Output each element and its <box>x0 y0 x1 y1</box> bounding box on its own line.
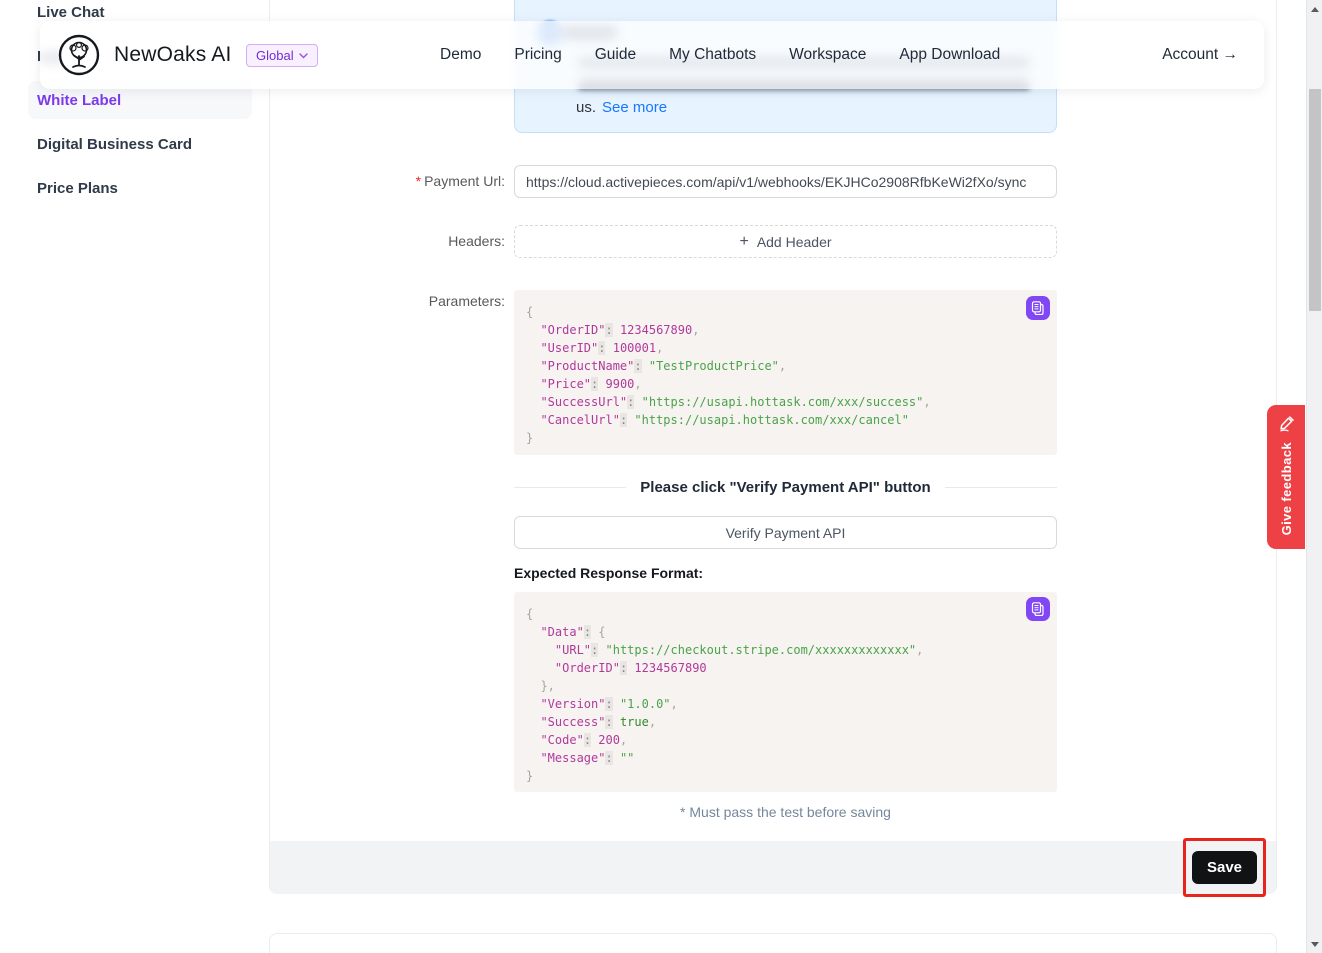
copy-icon <box>1031 602 1045 616</box>
verify-payment-api-button[interactable]: Verify Payment API <box>514 516 1057 549</box>
nav-item-workspace[interactable]: Workspace <box>789 46 866 64</box>
payment-url-input[interactable] <box>514 165 1057 198</box>
sidebar-item-live-chat[interactable]: Live Chat <box>37 3 105 23</box>
brand-logo[interactable]: NewOaks AI <box>58 34 232 76</box>
divider-line <box>945 487 1057 488</box>
newoaks-logo-icon <box>58 34 100 76</box>
see-more-link[interactable]: See more <box>602 99 667 116</box>
verify-hint-text: Please click "Verify Payment API" button <box>640 479 930 496</box>
save-requirement-note: * Must pass the test before saving <box>514 804 1057 820</box>
account-link[interactable]: Account → <box>1162 21 1238 89</box>
copy-parameters-button[interactable] <box>1026 296 1050 320</box>
sidebar-item-price-plans[interactable]: Price Plans <box>37 179 118 199</box>
save-button[interactable]: Save <box>1192 851 1257 884</box>
copy-response-button[interactable] <box>1026 597 1050 621</box>
sidebar-item-digital-business-card[interactable]: Digital Business Card <box>37 135 192 155</box>
payment-url-label: *Payment Url: <box>416 173 505 189</box>
card-footer <box>270 841 1276 894</box>
sidebar-item-white-label[interactable]: White Label <box>37 91 121 111</box>
verify-hint-divider: Please click "Verify Payment API" button <box>514 479 1057 496</box>
scroll-up-arrow-icon[interactable] <box>1311 7 1319 12</box>
add-header-button[interactable]: + Add Header <box>514 225 1057 258</box>
pencil-icon <box>1278 415 1295 432</box>
nav-item-my-chatbots[interactable]: My Chatbots <box>669 46 756 64</box>
next-section-card <box>269 933 1277 953</box>
nav-menu: Demo Pricing Guide My Chatbots Workspace App … <box>440 21 1000 89</box>
scroll-down-arrow-icon[interactable] <box>1311 942 1319 947</box>
sidebar: Live ChatIWhite LabelDigital Business Ca… <box>0 0 269 953</box>
region-label: Global <box>256 48 294 63</box>
nav-item-app-download[interactable]: App Download <box>899 46 1000 64</box>
give-feedback-label: Give feedback <box>1279 442 1294 535</box>
plus-icon: + <box>739 234 748 250</box>
nav-item-demo[interactable]: Demo <box>440 46 481 64</box>
chevron-down-icon <box>299 53 308 59</box>
scrollbar-track[interactable] <box>1306 0 1322 953</box>
parameters-label: Parameters: <box>429 293 505 309</box>
top-navbar: NewOaks AI Global Demo Pricing Guide My Cha… <box>40 21 1264 89</box>
copy-icon <box>1031 301 1045 315</box>
give-feedback-tab[interactable]: Give feedback <box>1267 405 1305 549</box>
reminder-text-fragment: us. <box>576 99 596 116</box>
expected-response-title: Expected Response Format: <box>514 565 703 581</box>
nav-item-guide[interactable]: Guide <box>595 46 636 64</box>
divider-line <box>514 487 626 488</box>
page: Live ChatIWhite LabelDigital Business Ca… <box>0 0 1322 953</box>
brand-name: NewOaks AI <box>114 43 232 67</box>
region-dropdown[interactable]: Global <box>246 44 318 67</box>
scrollbar-thumb[interactable] <box>1309 89 1321 311</box>
required-asterisk: * <box>416 173 421 189</box>
expected-response-json-viewer[interactable]: { "Data": { "URL": "https://checkout.str… <box>514 592 1057 792</box>
headers-label: Headers: <box>448 233 505 249</box>
nav-item-pricing[interactable]: Pricing <box>514 46 561 64</box>
parameters-json-editor[interactable]: { "OrderID": 1234567890, "UserID": 10000… <box>514 290 1057 455</box>
reminder-text: us. See more <box>576 99 667 116</box>
